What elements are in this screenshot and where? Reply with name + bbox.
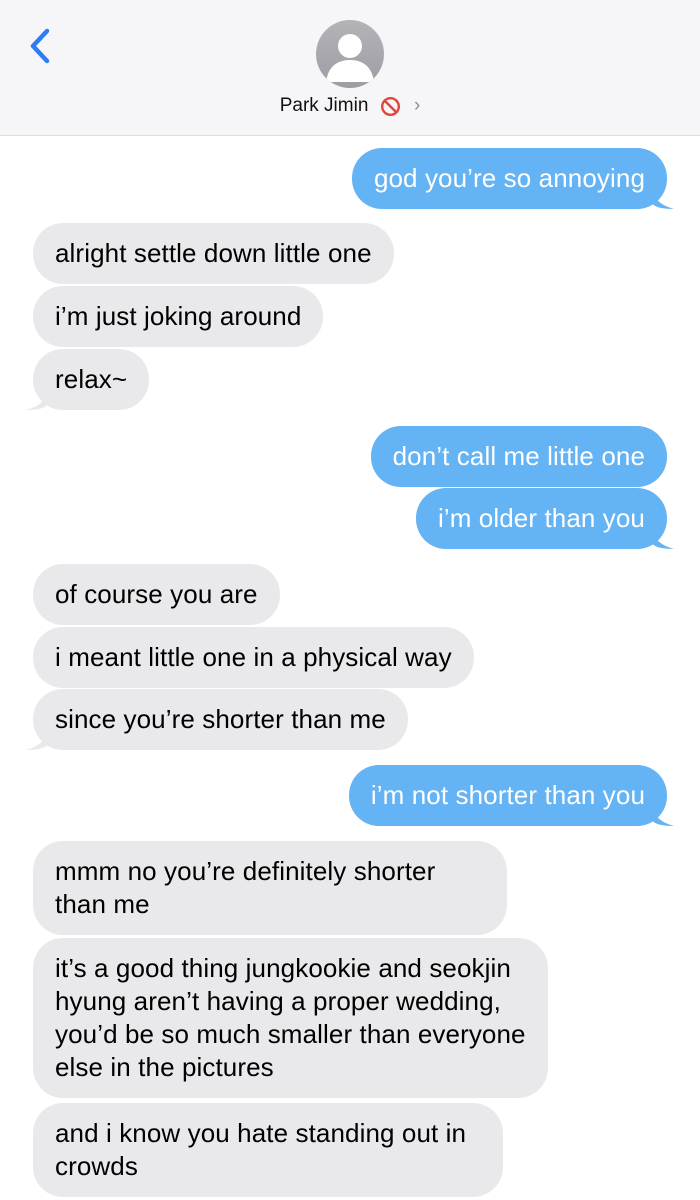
- message-text: of course you are: [55, 579, 258, 609]
- bubble-tail: [652, 529, 674, 549]
- contact-name: Park Jimin: [279, 95, 369, 116]
- message-text: relax~: [55, 364, 128, 394]
- message-text: god you’re so annoying: [373, 163, 645, 193]
- blocked-icon: [380, 96, 401, 117]
- bubble-tail: [652, 806, 674, 826]
- message-bubble-incoming[interactable]: alright settle down little one: [33, 223, 394, 284]
- message-bubble-incoming[interactable]: relax~: [26, 349, 150, 410]
- message-bubble-outgoing[interactable]: don’t call me little one: [370, 426, 667, 487]
- message-text: mmm no you’re definitely shorter than me: [55, 856, 436, 919]
- message-text: i’m not shorter than you: [370, 780, 645, 810]
- chevron-right-icon: ›: [413, 95, 421, 116]
- message-thread[interactable]: god you’re so annoying alright settle do…: [0, 136, 700, 1200]
- message-text: i meant little one in a physical way: [55, 642, 452, 672]
- bubble-tail: [26, 730, 48, 750]
- message-bubble-outgoing[interactable]: i’m not shorter than you: [348, 765, 674, 826]
- chevron-left-icon: [30, 28, 50, 64]
- bubble-tail: [26, 390, 48, 410]
- back-button[interactable]: [26, 26, 56, 66]
- message-bubble-incoming[interactable]: since you’re shorter than me: [26, 689, 408, 750]
- message-text: i’m older than you: [437, 503, 645, 533]
- message-bubble-outgoing[interactable]: i’m older than you: [415, 488, 674, 549]
- conversation-header: Park Jimin ›: [0, 0, 700, 136]
- message-bubble-incoming[interactable]: i meant little one in a physical way: [33, 627, 474, 688]
- message-bubble-incoming[interactable]: of course you are: [33, 564, 280, 625]
- bubble-tail: [652, 189, 674, 209]
- message-bubble-incoming[interactable]: i’m just joking around: [33, 286, 324, 347]
- contact-name-row[interactable]: Park Jimin ›: [0, 93, 700, 119]
- message-text: since you’re shorter than me: [55, 704, 386, 734]
- message-bubble-outgoing[interactable]: god you’re so annoying: [351, 148, 674, 209]
- message-bubble-incoming[interactable]: and i know you hate standing out in crow…: [33, 1103, 503, 1197]
- message-text: don’t call me little one: [392, 441, 645, 471]
- message-bubble-incoming[interactable]: it’s a good thing jungkookie and seokjin…: [33, 938, 548, 1098]
- message-text: it’s a good thing jungkookie and seokjin…: [55, 953, 526, 1082]
- message-text: i’m just joking around: [55, 301, 302, 331]
- message-bubble-incoming[interactable]: mmm no you’re definitely shorter than me: [33, 841, 507, 935]
- message-text: alright settle down little one: [55, 238, 372, 268]
- contact-avatar[interactable]: [316, 20, 384, 88]
- message-text: and i know you hate standing out in crow…: [55, 1118, 467, 1181]
- person-icon: [326, 34, 374, 82]
